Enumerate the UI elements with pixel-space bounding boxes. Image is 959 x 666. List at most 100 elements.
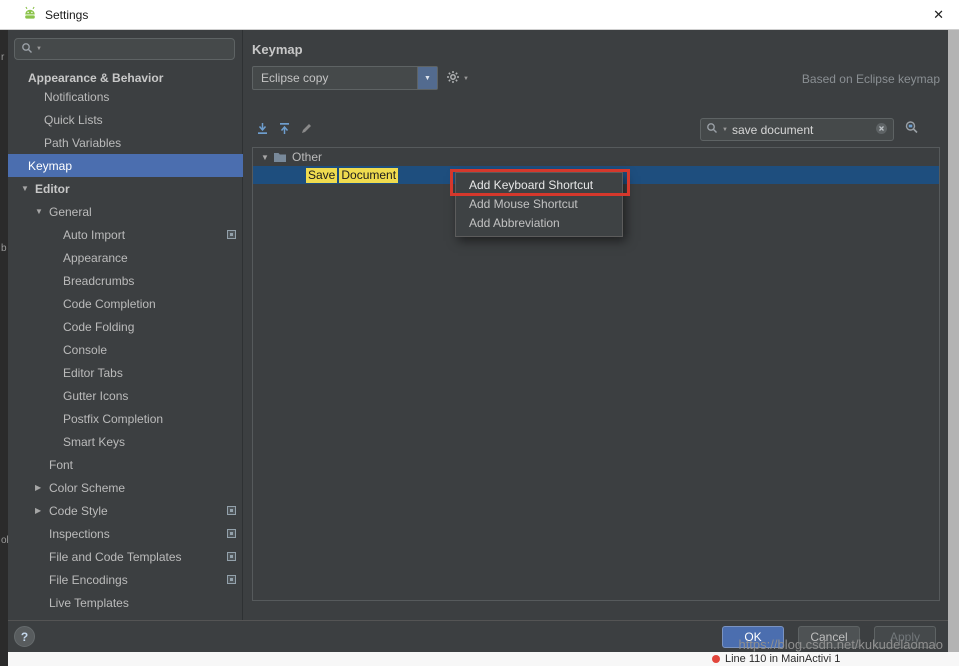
settings-dialog: ▼ Appearance & Behavior Notifications Quic… <box>8 30 948 652</box>
sidebar-item-label: Smart Keys <box>63 435 125 449</box>
sidebar-item-label: Notifications <box>44 90 109 104</box>
expand-all-icon[interactable] <box>256 122 269 135</box>
sidebar-item-label: Path Variables <box>44 136 121 150</box>
window-title: Settings <box>45 8 88 22</box>
sidebar-item-label: Live Templates <box>49 596 129 610</box>
sidebar-item-label: Color Scheme <box>49 481 125 495</box>
titlebar: Settings ✕ <box>0 0 959 30</box>
sidebar-item-keymap[interactable]: Keymap <box>8 154 243 177</box>
shortcut-search-input[interactable] <box>732 123 871 137</box>
sidebar-item-label: General <box>49 205 92 219</box>
sidebar-item-inspections[interactable]: Inspections <box>8 522 243 545</box>
tree-group-row-other[interactable]: ▼ Other <box>253 148 939 166</box>
sidebar-item-label: Appearance <box>63 251 128 265</box>
edit-shortcut-pencil-icon[interactable] <box>300 122 313 135</box>
close-icon[interactable]: ✕ <box>933 7 944 23</box>
sidebar-item-editor-tabs[interactable]: Editor Tabs <box>8 361 243 384</box>
sidebar-item-smart-keys[interactable]: Smart Keys <box>8 430 243 453</box>
search-options-caret-icon[interactable]: ▼ <box>722 127 728 133</box>
scope-badge-icon <box>227 230 236 239</box>
action-name-highlighted: SaveDocument <box>253 168 398 183</box>
sidebar-item-file-encodings[interactable]: File Encodings <box>8 568 243 591</box>
sidebar-item-gutter-icons[interactable]: Gutter Icons <box>8 384 243 407</box>
clipped-background-text: b <box>1 243 7 254</box>
settings-nav-tree: Appearance & Behavior Notifications Quick … <box>8 70 243 614</box>
keymap-toolbar <box>256 120 313 136</box>
sidebar-item-quick-lists[interactable]: Quick Lists <box>8 108 243 131</box>
sidebar-item-label: Gutter Icons <box>63 389 128 403</box>
chevron-expanded-icon[interactable]: ▼ <box>21 184 35 193</box>
sidebar-item-file-and-code-templates[interactable]: File and Code Templates <box>8 545 243 568</box>
chevron-collapsed-icon[interactable]: ▶ <box>35 483 49 492</box>
sidebar-item-label: Editor <box>35 182 70 196</box>
sidebar-item-label: Breadcrumbs <box>63 274 134 288</box>
sidebar-item-font[interactable]: Font <box>8 453 243 476</box>
sidebar-item-postfix-completion[interactable]: Postfix Completion <box>8 407 243 430</box>
sidebar-item-color-scheme[interactable]: ▶Color Scheme <box>8 476 243 499</box>
search-icon <box>21 42 33 57</box>
sidebar-item-label: Code Style <box>49 504 108 518</box>
settings-search-input[interactable] <box>45 42 228 56</box>
sidebar-item-label: Font <box>49 458 73 472</box>
sidebar-item-label: Quick Lists <box>44 113 103 127</box>
keymap-scheme-actions-button[interactable]: ▼ <box>446 70 469 87</box>
chevron-collapsed-icon[interactable]: ▶ <box>35 506 49 515</box>
sidebar-item-label: Code Folding <box>63 320 134 334</box>
context-menu-item-add-mouse-shortcut[interactable]: Add Mouse Shortcut <box>456 195 622 214</box>
clipped-background-text: r <box>1 52 4 63</box>
scope-badge-icon <box>227 529 236 538</box>
sidebar-item-path-variables[interactable]: Path Variables <box>8 131 243 154</box>
page-title: Keymap <box>252 42 303 57</box>
sidebar-item-label: Keymap <box>28 159 72 173</box>
context-menu-item-add-abbreviation[interactable]: Add Abbreviation <box>456 214 622 233</box>
sidebar-item-label: Editor Tabs <box>63 366 123 380</box>
underlying-window-left-edge: rbol <box>0 30 8 666</box>
clear-search-icon[interactable] <box>875 122 888 138</box>
search-icon <box>706 122 718 137</box>
sidebar-item-appearance[interactable]: Appearance <box>8 246 243 269</box>
sidebar-item-label: Postfix Completion <box>63 412 163 426</box>
annotation-red-box <box>450 169 630 196</box>
sidebar-item-console[interactable]: Console <box>8 338 243 361</box>
sidebar-item-appearance-behavior[interactable]: Appearance & Behavior <box>8 70 243 85</box>
gear-icon <box>446 70 460 87</box>
highlighted-match-word: Document <box>339 168 398 183</box>
sidebar-item-label: Console <box>63 343 107 357</box>
keymap-panel: Keymap Eclipse copy ▼ Based on Eclips <box>244 30 948 620</box>
sidebar-item-label: Code Completion <box>63 297 156 311</box>
shortcut-search-box[interactable]: ▼ <box>700 118 894 141</box>
sidebar-item-label: Inspections <box>49 527 110 541</box>
sidebar-item-code-completion[interactable]: Code Completion <box>8 292 243 315</box>
tree-group-label: Other <box>292 150 322 164</box>
underlying-window-right-edge <box>948 30 959 652</box>
sidebar-item-label: Appearance & Behavior <box>28 71 163 85</box>
find-actions-by-shortcut-icon[interactable] <box>904 120 920 135</box>
status-text: Line 110 in MainActivi 1 <box>725 653 840 665</box>
sidebar-item-code-folding[interactable]: Code Folding <box>8 315 243 338</box>
collapse-all-icon[interactable] <box>278 122 291 135</box>
background-status-line: Line 110 in MainActivi 1 <box>712 653 840 665</box>
sidebar-item-code-style[interactable]: ▶Code Style <box>8 499 243 522</box>
settings-search-box[interactable]: ▼ <box>14 38 235 60</box>
keymap-scheme-value: Eclipse copy <box>253 67 417 89</box>
search-options-caret-icon[interactable]: ▼ <box>36 46 42 52</box>
sidebar-item-auto-import[interactable]: Auto Import <box>8 223 243 246</box>
chevron-expanded-icon[interactable]: ▼ <box>35 207 49 216</box>
sidebar-item-live-templates[interactable]: Live Templates <box>8 591 243 614</box>
sidebar-item-notifications[interactable]: Notifications <box>8 85 243 108</box>
scope-badge-icon <box>227 552 236 561</box>
android-studio-icon <box>22 5 38 24</box>
sidebar-item-editor[interactable]: ▼Editor <box>8 177 243 200</box>
underlying-window-bottom-strip: Line 110 in MainActivi 1 <box>8 652 959 666</box>
chevron-down-icon: ▼ <box>463 76 469 82</box>
settings-sidebar: ▼ Appearance & Behavior Notifications Quic… <box>8 30 243 620</box>
combobox-arrow-icon[interactable] <box>417 67 437 89</box>
sidebar-item-general[interactable]: ▼General <box>8 200 243 223</box>
help-button[interactable]: ? <box>14 626 35 647</box>
sidebar-item-label: File Encodings <box>49 573 128 587</box>
keymap-scheme-combobox[interactable]: Eclipse copy <box>252 66 438 90</box>
watermark-text: https://blog.csdn.net/kukudelaomao <box>738 637 943 652</box>
sidebar-item-breadcrumbs[interactable]: Breadcrumbs <box>8 269 243 292</box>
sidebar-item-label: Auto Import <box>63 228 125 242</box>
chevron-expanded-icon[interactable]: ▼ <box>261 153 273 162</box>
